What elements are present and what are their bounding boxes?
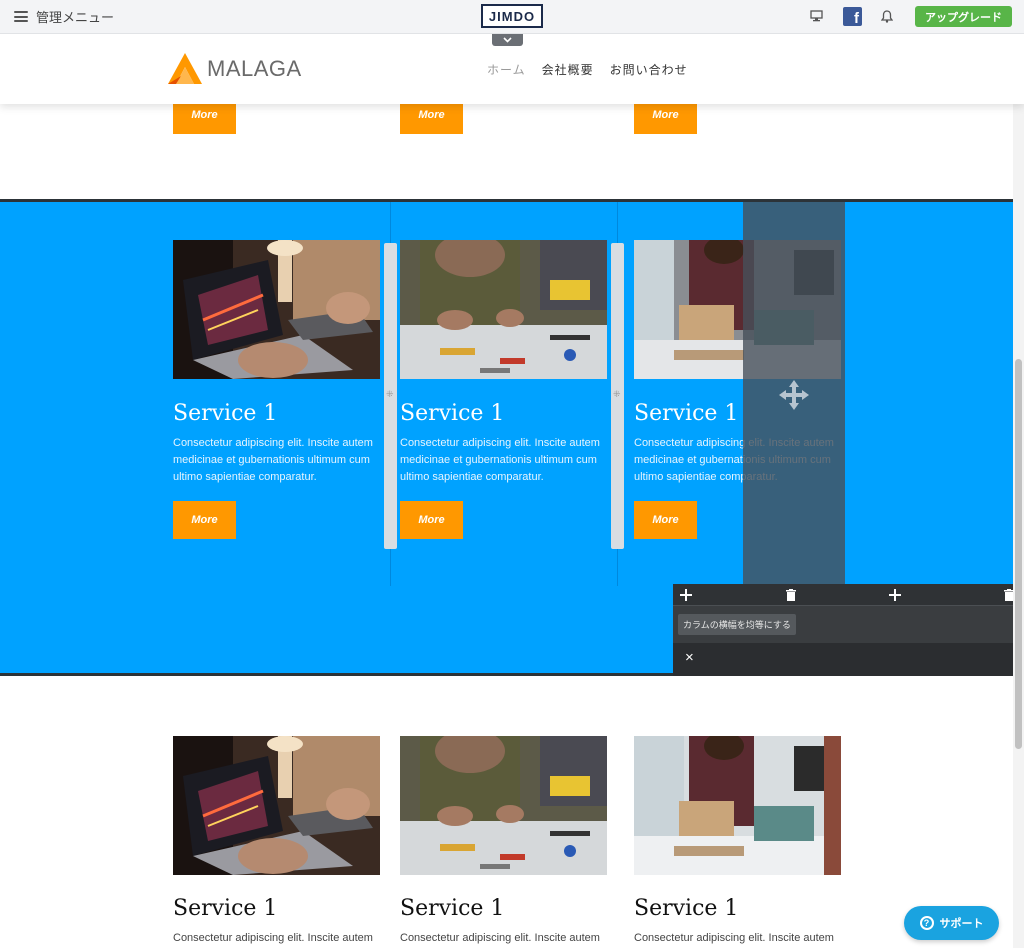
support-button[interactable]: ? サポート [904, 906, 999, 940]
card-title: Service 1 [634, 896, 739, 921]
hamburger-icon [14, 11, 28, 22]
nav-item-contact[interactable]: お問い合わせ [610, 61, 688, 78]
facebook-icon[interactable]: f [843, 7, 862, 26]
card-image-office[interactable] [634, 736, 841, 875]
trash-icon[interactable] [783, 587, 799, 603]
support-label: サポート [939, 918, 984, 930]
card-body: Consectetur adipiscing elit. Inscite aut… [400, 932, 600, 944]
panel-close-bar: × [673, 643, 1013, 676]
more-button[interactable]: More [173, 501, 236, 539]
card-title: Service 1 [634, 401, 739, 426]
card-image-laptop[interactable] [173, 240, 380, 379]
add-column-icon[interactable] [678, 587, 694, 603]
site-nav: ホーム 会社概要 お問い合わせ [487, 61, 688, 78]
column-resize-handle[interactable]: ⁜ [611, 243, 624, 549]
admin-bar: 管理メニュー JIMDO f アップグレード [0, 0, 1024, 34]
panel-toolbar [673, 584, 1014, 606]
nav-item-home[interactable]: ホーム [487, 61, 526, 78]
malaga-logo-icon [168, 53, 202, 84]
admin-menu-button[interactable]: 管理メニュー [14, 7, 114, 26]
site-logo[interactable]: MALAGA [167, 52, 302, 86]
admin-menu-label: 管理メニュー [36, 10, 115, 25]
site-logo-text: MALAGA [207, 56, 302, 81]
more-button[interactable]: More [634, 501, 697, 539]
upgrade-button[interactable]: アップグレード [915, 6, 1012, 27]
card-image-workshop[interactable] [400, 736, 607, 875]
page-scrollbar[interactable] [1013, 34, 1024, 948]
column-resize-handle[interactable]: ⁜ [384, 243, 397, 549]
nav-item-about[interactable]: 会社概要 [542, 61, 594, 78]
bell-icon[interactable] [879, 8, 895, 24]
column-editor-panel: カラムの横幅を均等にする × [673, 584, 1014, 676]
card-image-laptop[interactable] [173, 736, 380, 875]
card-body: Consectetur adipiscing elit. Inscite aut… [400, 437, 600, 483]
card-title: Service 1 [173, 401, 278, 426]
card-image-workshop[interactable] [400, 240, 607, 379]
chevron-down-icon [503, 37, 512, 43]
card-title: Service 1 [400, 896, 505, 921]
card-body: Consectetur adipiscing elit. Inscite aut… [634, 932, 834, 944]
desktop-preview-icon[interactable] [808, 8, 824, 24]
close-icon[interactable]: × [685, 649, 694, 666]
more-button[interactable]: More [400, 501, 463, 539]
move-icon[interactable] [777, 378, 811, 417]
card-body: Consectetur adipiscing elit. Inscite aut… [173, 437, 373, 483]
trash-icon[interactable] [1001, 587, 1017, 603]
card-body: Consectetur adipiscing elit. Inscite aut… [173, 932, 373, 944]
help-icon: ? [919, 916, 934, 930]
jimdo-logo[interactable]: JIMDO [481, 4, 543, 28]
equalize-column-width-button[interactable]: カラムの横幅を均等にする [678, 614, 796, 635]
scrollbar-thumb[interactable] [1015, 359, 1022, 749]
card-title: Service 1 [173, 896, 278, 921]
card-title: Service 1 [400, 401, 505, 426]
collapse-admin-bar-tab[interactable] [492, 34, 523, 46]
add-column-icon[interactable] [887, 587, 903, 603]
